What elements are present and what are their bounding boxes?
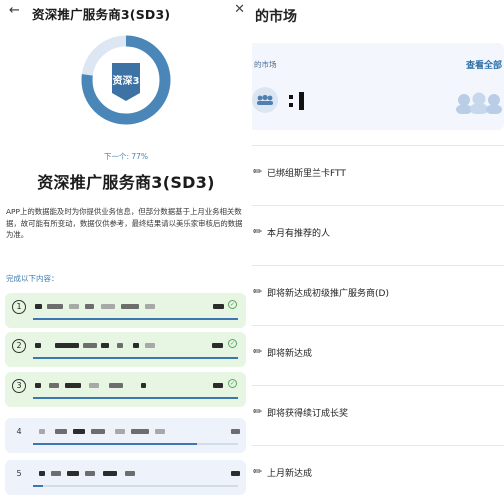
task-number: 2 [12,339,26,353]
task-item-1[interactable]: 1 ✓ [5,293,246,328]
level-title: 资深推广服务商3(SD3) [37,173,215,192]
redacted-text [89,383,99,388]
list-item[interactable]: ✏ 本月有推荐的人 [252,205,504,265]
card-label: 的市场 [254,60,277,69]
redacted-text [109,383,123,388]
task-progress-track [33,357,238,359]
list-item-label: 即将新达成初级推广服务商(D) [267,289,389,299]
redacted-text [131,429,149,434]
redacted-text [91,429,105,434]
redacted-text [155,429,165,434]
count-bars-icon [289,92,304,110]
task-progress-fill [33,318,238,320]
redacted-text [35,343,41,348]
task-number: 1 [12,300,26,314]
task-progress-track [33,318,238,320]
panel-header: ← 资深推广服务商3(SD3) ✕ [0,0,252,26]
redacted-text [83,343,97,348]
redacted-text [121,304,139,309]
task-item-5[interactable]: 5 [5,460,246,495]
task-progress-fill [33,357,238,359]
redacted-text [231,429,240,434]
list-item[interactable]: ✏ 上月新达成 [252,445,504,504]
check-circle-icon: ✓ [228,339,237,348]
data-disclaimer: APP上的数据能及时为你提供业务信息，但部分数据基于上月业务相关数据，故可能有所… [6,207,243,239]
redacted-text [145,304,155,309]
redacted-text [141,383,146,388]
market-summary-card[interactable]: 的市场 查看全部 [252,43,504,130]
redacted-text [35,383,41,388]
redacted-text [39,471,45,476]
redacted-text [55,429,67,434]
page-title: 的市场 [255,9,297,25]
list-item-label: 即将获得续订成长奖 [267,409,349,419]
tasks-heading: 完成以下内容： [6,274,59,283]
pencil-icon: ✏ [253,465,263,478]
list-item[interactable]: ✏ 已绑组斯里兰卡FTT [252,145,504,205]
redacted-text [85,304,94,309]
redacted-text [55,343,79,348]
redacted-text [85,471,95,476]
redacted-text [125,471,135,476]
task-progress-track [33,485,238,487]
list-item-label: 即将新达成 [267,349,313,359]
redacted-text [145,343,155,348]
panel-title: 资深推广服务商3(SD3) [32,7,171,22]
arrow-left-icon[interactable]: ← [9,3,20,18]
redacted-text [231,471,240,476]
redacted-text [115,429,125,434]
task-progress-track [33,397,238,399]
list-item-label: 已绑组斯里兰卡FTT [267,169,346,179]
next-level-progress: 下一个: 77% [103,152,149,161]
list-item-label: 上月新达成 [267,469,313,479]
level-badge-text: 资深3 [113,74,140,87]
task-number: 5 [16,469,22,478]
task-item-2[interactable]: 2 ✓ [5,332,246,367]
task-progress-fill [33,485,44,487]
redacted-text [117,343,123,348]
redacted-text [213,383,223,388]
pencil-icon: ✏ [253,285,263,298]
view-all-link[interactable]: 查看全部 [466,58,502,71]
progress-ring: 资深3 [81,35,171,125]
list-item[interactable]: ✏ 即将新达成初级推广服务商(D) [252,265,504,325]
list-item[interactable]: ✏ 即将获得续订成长奖 [252,385,504,445]
redacted-text [73,429,85,434]
task-progress-fill [33,397,238,399]
redacted-text [212,343,223,348]
task-number: 4 [16,427,22,436]
pencil-icon: ✏ [253,345,263,358]
pencil-icon: ✏ [253,225,263,238]
check-circle-icon: ✓ [228,379,237,388]
redacted-text [65,383,81,388]
list-item-label: 本月有推荐的人 [267,229,331,239]
check-circle-icon: ✓ [228,300,237,309]
level-detail-panel: ← 资深推广服务商3(SD3) ✕ 资深3 下一个: 77% 资深推广服务商3(… [0,0,252,504]
pencil-icon: ✏ [253,165,263,178]
task-item-4[interactable]: 4 [5,418,246,453]
redacted-text [35,304,42,309]
task-progress-track [33,443,238,445]
close-icon[interactable]: ✕ [234,2,245,17]
level-badge-icon: 资深3 [112,63,140,101]
list-item[interactable]: ✏ 即将新达成 [252,325,504,385]
task-progress-fill [33,443,197,445]
pencil-icon: ✏ [253,405,263,418]
team-avatar-icon [252,87,278,113]
redacted-text [39,429,45,434]
redacted-text [213,304,224,309]
task-number: 3 [12,379,26,393]
redacted-text [101,343,109,348]
redacted-text [67,471,79,476]
background-market-page: 的市场 的市场 查看全部 ✏ 已绑组斯里兰卡FTT ✏ 本月有推荐的人 ✏ 即将… [252,0,504,504]
redacted-text [47,304,63,309]
redacted-text [49,383,59,388]
task-item-3[interactable]: 3 ✓ [5,372,246,407]
redacted-text [101,304,115,309]
team-group-icon [456,92,502,114]
redacted-text [51,471,61,476]
redacted-text [133,343,139,348]
redacted-text [69,304,79,309]
redacted-text [103,471,117,476]
